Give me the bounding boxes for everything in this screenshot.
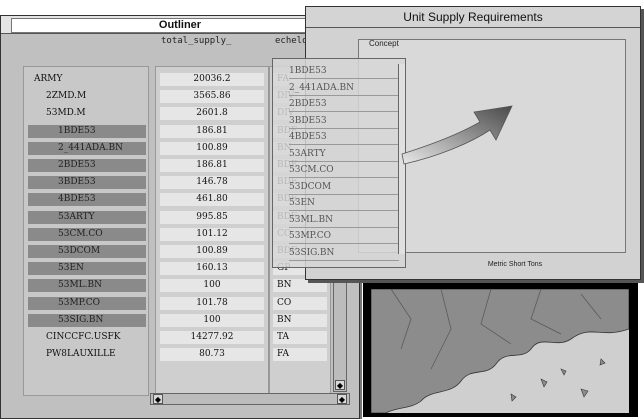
supply-value-cell: 100 <box>160 313 264 327</box>
dragged-item: 2BDE53 <box>289 97 399 112</box>
supply-value-cell: 101.12 <box>160 227 264 241</box>
coastline-map <box>370 288 630 414</box>
unit-name-cell[interactable]: 3BDE53 <box>28 176 146 190</box>
unit-name-cell[interactable]: 53MP.CO <box>28 296 146 310</box>
supply-value-cell: 100 <box>160 279 264 293</box>
unit-name-cell[interactable]: 4BDE53 <box>28 193 146 207</box>
dragged-item: 53CM.CO <box>289 163 399 178</box>
unit-name-cell[interactable]: 2_441ADA.BN <box>28 141 146 155</box>
supply-value-cell: 461.80 <box>160 193 264 207</box>
unit-name-cell[interactable]: CINCCFC.USFK <box>28 331 146 344</box>
concept-label: Concept <box>369 39 399 48</box>
supply-value-cell: 101.78 <box>160 296 264 310</box>
supply-value-cell: 100.89 <box>160 141 264 155</box>
dragged-item: 4BDE53 <box>289 130 399 145</box>
unit-name-cell[interactable]: 53DCOM <box>28 245 146 258</box>
dragged-item: 53EN <box>289 196 399 211</box>
dragged-item: 53SIG.BN <box>289 246 399 261</box>
unit-name-cell[interactable]: 2BDE53 <box>28 159 146 172</box>
outliner-title: Outliner <box>11 18 349 33</box>
dragged-item: 1BDE53 <box>289 64 399 79</box>
echelon-value-cell: CO <box>273 296 327 310</box>
supply-value-cell: 186.81 <box>160 159 264 172</box>
scroll-left-icon[interactable]: ◆ <box>153 394 163 404</box>
supply-value-cell: 160.13 <box>160 262 264 276</box>
scroll-right-icon[interactable]: ◆ <box>337 394 347 404</box>
map-window[interactable] <box>363 283 638 417</box>
scroll-down-icon[interactable]: ◆ <box>335 380 345 390</box>
unit-name-cell[interactable]: 53ML.BN <box>28 279 146 293</box>
supply-value-cell: 3565.86 <box>160 90 264 104</box>
supply-value-cell: 14277.92 <box>160 331 264 344</box>
unit-name-cell[interactable]: PW8LAUXILLE <box>28 348 146 361</box>
unit-name-cell[interactable]: 53EN <box>28 262 146 276</box>
supply-value-cell: 995.85 <box>160 210 264 224</box>
unit-name-cell[interactable]: 53MD.M <box>28 107 146 120</box>
supply-column: 20036.2 3565.86 2601.8 186.81 100.89 186.81 14… <box>155 66 269 396</box>
unit-supply-title[interactable]: Unit Supply Requirements <box>306 7 640 28</box>
column-header-total-supply[interactable]: total_supply_ <box>155 32 267 50</box>
echelon-value-cell: FA <box>273 348 327 362</box>
supply-value-cell: 100.89 <box>160 245 264 258</box>
supply-value-cell: 186.81 <box>160 124 264 138</box>
unit-name-cell[interactable]: 53SIG.BN <box>28 313 146 327</box>
dragged-item: 53MP.CO <box>289 229 399 244</box>
supply-value-cell: 2601.8 <box>160 107 264 121</box>
dragged-item: 53DCOM <box>289 180 399 195</box>
name-column: ARMY 2ZMD.M 53MD.M 1BDE53 2_441ADA.BN 2BDE53 3… <box>23 66 149 396</box>
dragged-selection-list[interactable]: 1BDE53 2_441ADA.BN 2BDE53 3BDE53 4BDE53 53ART… <box>272 58 406 268</box>
units-label: Metric Short Tons <box>487 261 543 268</box>
supply-value-cell: 80.73 <box>160 348 264 362</box>
supply-value-cell: 146.78 <box>160 176 264 190</box>
horizontal-scrollbar[interactable]: ◆ ◆ <box>150 393 350 405</box>
echelon-value-cell: BN <box>273 279 327 293</box>
unit-name-cell[interactable]: 53CM.CO <box>28 227 146 241</box>
supply-value-cell: 20036.2 <box>160 73 264 86</box>
unit-name-cell[interactable]: 53ARTY <box>28 210 146 224</box>
echelon-value-cell: BN <box>273 313 327 327</box>
drag-arrow-icon <box>401 105 513 165</box>
unit-name-cell[interactable]: 1BDE53 <box>28 124 146 138</box>
dragged-item: 2_441ADA.BN <box>289 81 399 96</box>
dragged-item: 53ARTY <box>289 147 399 162</box>
dragged-item: 3BDE53 <box>289 114 399 129</box>
echelon-value-cell: TA <box>273 331 327 344</box>
map-view[interactable] <box>370 288 630 414</box>
unit-name-cell[interactable]: ARMY <box>28 73 146 86</box>
unit-name-cell[interactable]: 2ZMD.M <box>28 90 146 103</box>
dragged-item: 53ML.BN <box>289 213 399 228</box>
